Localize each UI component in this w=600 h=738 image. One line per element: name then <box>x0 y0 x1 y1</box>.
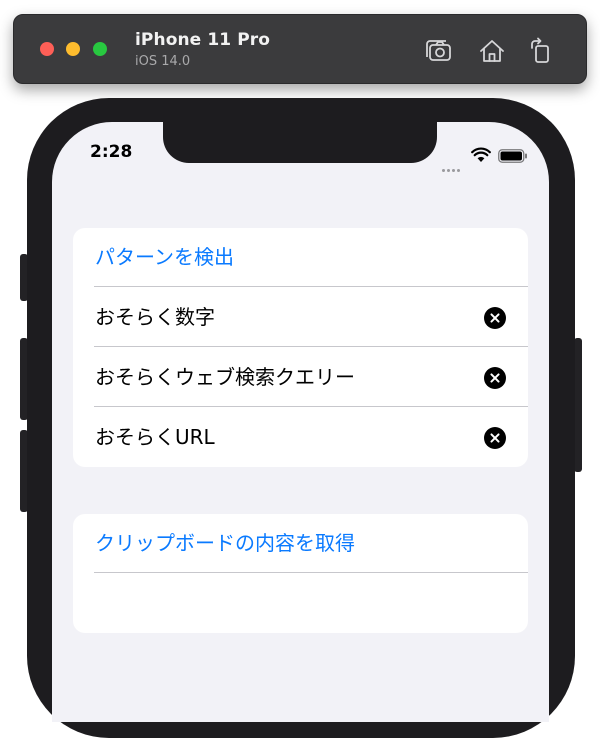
row-separator <box>94 346 528 347</box>
pattern-item-label: おそらくURL <box>95 425 215 449</box>
battery-icon <box>498 148 528 163</box>
home-icon[interactable] <box>477 37 507 65</box>
detect-patterns-button[interactable]: パターンを検出 <box>95 245 234 269</box>
clear-icon[interactable] <box>484 367 506 389</box>
pattern-item-label: おそらく数字 <box>95 305 215 329</box>
os-version: iOS 14.0 <box>135 54 191 69</box>
pattern-detection-section: パターンを検出 おそらく数字 おそらくウェブ検索クエリー おそらくURL <box>73 228 528 467</box>
clipboard-content-row <box>73 574 528 633</box>
clipboard-section: クリップボードの内容を取得 <box>73 514 528 633</box>
row-separator <box>94 406 528 407</box>
zoom-window-button[interactable] <box>93 42 107 56</box>
cellular-signal-icon <box>442 157 464 172</box>
get-clipboard-row[interactable]: クリップボードの内容を取得 <box>73 514 528 573</box>
wifi-icon <box>471 147 491 163</box>
rotate-icon[interactable] <box>526 37 556 65</box>
pattern-item-probable-url: おそらくURL <box>73 408 528 467</box>
simulator-titlebar: iPhone 11 Pro iOS 14.0 <box>13 14 587 84</box>
row-separator <box>94 572 528 573</box>
pattern-item-probable-web-search: おそらくウェブ検索クエリー <box>73 348 528 407</box>
row-separator <box>94 286 528 287</box>
status-time: 2:28 <box>90 142 133 162</box>
get-clipboard-button[interactable]: クリップボードの内容を取得 <box>95 531 355 555</box>
close-window-button[interactable] <box>40 42 54 56</box>
clear-icon[interactable] <box>484 427 506 449</box>
device-name: iPhone 11 Pro <box>135 30 271 50</box>
detect-patterns-row[interactable]: パターンを検出 <box>73 228 528 287</box>
side-button <box>574 338 582 472</box>
screenshot-icon[interactable] <box>424 37 454 65</box>
phone-screen: 2:28 パターンを検出 おそらく数字 おそらくウェブ検索クエリー おそらくUR… <box>52 122 549 722</box>
pattern-item-label: おそらくウェブ検索クエリー <box>95 365 355 389</box>
pattern-item-probable-number: おそらく数字 <box>73 288 528 347</box>
clear-icon[interactable] <box>484 307 506 329</box>
minimize-window-button[interactable] <box>66 42 80 56</box>
notch <box>163 122 437 163</box>
